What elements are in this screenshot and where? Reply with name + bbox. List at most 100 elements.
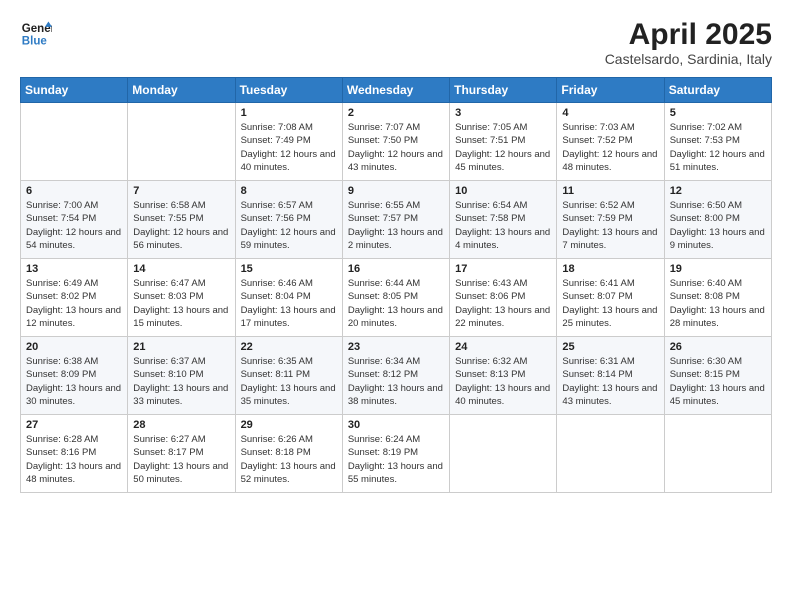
calendar-table: SundayMondayTuesdayWednesdayThursdayFrid… — [20, 77, 772, 493]
day-cell: 1 Sunrise: 7:08 AM Sunset: 7:49 PM Daylig… — [235, 103, 342, 181]
day-detail: Sunrise: 6:54 AM Sunset: 7:58 PM Dayligh… — [455, 199, 551, 252]
weekday-header-monday: Monday — [128, 78, 235, 103]
week-row-4: 20 Sunrise: 6:38 AM Sunset: 8:09 PM Dayli… — [21, 337, 772, 415]
weekday-header-saturday: Saturday — [664, 78, 771, 103]
week-row-5: 27 Sunrise: 6:28 AM Sunset: 8:16 PM Dayli… — [21, 415, 772, 493]
day-cell: 29 Sunrise: 6:26 AM Sunset: 8:18 PM Dayli… — [235, 415, 342, 493]
day-detail: Sunrise: 7:05 AM Sunset: 7:51 PM Dayligh… — [455, 121, 551, 174]
day-detail: Sunrise: 6:26 AM Sunset: 8:18 PM Dayligh… — [241, 433, 337, 486]
day-detail: Sunrise: 6:24 AM Sunset: 8:19 PM Dayligh… — [348, 433, 444, 486]
day-number: 7 — [133, 185, 229, 197]
day-cell: 4Sunrise: 7:03 AM Sunset: 7:52 PM Daylig… — [557, 103, 664, 181]
day-detail: Sunrise: 7:07 AM Sunset: 7:50 PM Dayligh… — [348, 121, 444, 174]
title-block: April 2025 Castelsardo, Sardinia, Italy — [605, 18, 772, 67]
day-cell: 10 Sunrise: 6:54 AM Sunset: 7:58 PM Dayli… — [450, 181, 557, 259]
day-number: 1 — [241, 107, 337, 119]
day-detail: Sunrise: 6:49 AM Sunset: 8:02 PM Dayligh… — [26, 277, 122, 330]
day-cell — [664, 415, 771, 493]
day-cell: 5 Sunrise: 7:02 AM Sunset: 7:53 PM Daylig… — [664, 103, 771, 181]
day-number: 4 — [562, 107, 658, 119]
week-row-1: 1 Sunrise: 7:08 AM Sunset: 7:49 PM Daylig… — [21, 103, 772, 181]
day-cell: 15 Sunrise: 6:46 AM Sunset: 8:04 PM Dayli… — [235, 259, 342, 337]
day-cell: 25Sunrise: 6:31 AM Sunset: 8:14 PM Dayli… — [557, 337, 664, 415]
weekday-header-tuesday: Tuesday — [235, 78, 342, 103]
day-cell: 19 Sunrise: 6:40 AM Sunset: 8:08 PM Dayli… — [664, 259, 771, 337]
day-cell: 8 Sunrise: 6:57 AM Sunset: 7:56 PM Daylig… — [235, 181, 342, 259]
calendar-subtitle: Castelsardo, Sardinia, Italy — [605, 51, 772, 67]
day-cell — [21, 103, 128, 181]
weekday-header-friday: Friday — [557, 78, 664, 103]
day-number: 26 — [670, 341, 766, 353]
day-number: 11 — [562, 185, 658, 197]
day-cell: 23Sunrise: 6:34 AM Sunset: 8:12 PM Dayli… — [342, 337, 449, 415]
day-detail: Sunrise: 6:38 AM Sunset: 8:09 PM Dayligh… — [26, 355, 122, 408]
header: General Blue April 2025 Castelsardo, Sar… — [20, 18, 772, 67]
day-number: 21 — [133, 341, 229, 353]
weekday-header-row: SundayMondayTuesdayWednesdayThursdayFrid… — [21, 78, 772, 103]
day-detail: Sunrise: 6:40 AM Sunset: 8:08 PM Dayligh… — [670, 277, 766, 330]
day-number: 28 — [133, 419, 229, 431]
day-number: 15 — [241, 263, 337, 275]
day-number: 20 — [26, 341, 122, 353]
day-cell: 12Sunrise: 6:50 AM Sunset: 8:00 PM Dayli… — [664, 181, 771, 259]
day-number: 13 — [26, 263, 122, 275]
day-cell: 28 Sunrise: 6:27 AM Sunset: 8:17 PM Dayli… — [128, 415, 235, 493]
day-cell: 22 Sunrise: 6:35 AM Sunset: 8:11 PM Dayli… — [235, 337, 342, 415]
day-number: 19 — [670, 263, 766, 275]
weekday-header-sunday: Sunday — [21, 78, 128, 103]
day-detail: Sunrise: 6:41 AM Sunset: 8:07 PM Dayligh… — [562, 277, 658, 330]
day-detail: Sunrise: 6:37 AM Sunset: 8:10 PM Dayligh… — [133, 355, 229, 408]
page: General Blue April 2025 Castelsardo, Sar… — [0, 0, 792, 612]
day-detail: Sunrise: 6:35 AM Sunset: 8:11 PM Dayligh… — [241, 355, 337, 408]
day-detail: Sunrise: 6:58 AM Sunset: 7:55 PM Dayligh… — [133, 199, 229, 252]
day-number: 10 — [455, 185, 551, 197]
day-number: 27 — [26, 419, 122, 431]
day-cell — [557, 415, 664, 493]
calendar-title: April 2025 — [605, 18, 772, 51]
day-detail: Sunrise: 6:32 AM Sunset: 8:13 PM Dayligh… — [455, 355, 551, 408]
day-number: 24 — [455, 341, 551, 353]
day-detail: Sunrise: 6:27 AM Sunset: 8:17 PM Dayligh… — [133, 433, 229, 486]
day-number: 8 — [241, 185, 337, 197]
weekday-header-thursday: Thursday — [450, 78, 557, 103]
day-number: 3 — [455, 107, 551, 119]
day-number: 18 — [562, 263, 658, 275]
day-number: 2 — [348, 107, 444, 119]
day-cell — [450, 415, 557, 493]
day-number: 22 — [241, 341, 337, 353]
day-detail: Sunrise: 6:28 AM Sunset: 8:16 PM Dayligh… — [26, 433, 122, 486]
day-detail: Sunrise: 6:50 AM Sunset: 8:00 PM Dayligh… — [670, 199, 766, 252]
day-detail: Sunrise: 6:46 AM Sunset: 8:04 PM Dayligh… — [241, 277, 337, 330]
day-cell: 26 Sunrise: 6:30 AM Sunset: 8:15 PM Dayli… — [664, 337, 771, 415]
day-detail: Sunrise: 6:30 AM Sunset: 8:15 PM Dayligh… — [670, 355, 766, 408]
day-number: 5 — [670, 107, 766, 119]
day-cell: 18 Sunrise: 6:41 AM Sunset: 8:07 PM Dayli… — [557, 259, 664, 337]
day-number: 29 — [241, 419, 337, 431]
weekday-header-wednesday: Wednesday — [342, 78, 449, 103]
day-number: 16 — [348, 263, 444, 275]
day-cell: 21 Sunrise: 6:37 AM Sunset: 8:10 PM Dayli… — [128, 337, 235, 415]
day-cell: 2 Sunrise: 7:07 AM Sunset: 7:50 PM Daylig… — [342, 103, 449, 181]
week-row-3: 13 Sunrise: 6:49 AM Sunset: 8:02 PM Dayli… — [21, 259, 772, 337]
day-cell: 7 Sunrise: 6:58 AM Sunset: 7:55 PM Daylig… — [128, 181, 235, 259]
day-cell: 30 Sunrise: 6:24 AM Sunset: 8:19 PM Dayli… — [342, 415, 449, 493]
day-cell: 9Sunrise: 6:55 AM Sunset: 7:57 PM Daylig… — [342, 181, 449, 259]
day-cell: 27 Sunrise: 6:28 AM Sunset: 8:16 PM Dayli… — [21, 415, 128, 493]
day-detail: Sunrise: 6:57 AM Sunset: 7:56 PM Dayligh… — [241, 199, 337, 252]
day-cell: 16 Sunrise: 6:44 AM Sunset: 8:05 PM Dayli… — [342, 259, 449, 337]
day-cell — [128, 103, 235, 181]
logo-icon: General Blue — [20, 18, 52, 50]
day-detail: Sunrise: 7:08 AM Sunset: 7:49 PM Dayligh… — [241, 121, 337, 174]
day-number: 30 — [348, 419, 444, 431]
day-detail: Sunrise: 7:02 AM Sunset: 7:53 PM Dayligh… — [670, 121, 766, 174]
day-number: 25 — [562, 341, 658, 353]
day-cell: 20 Sunrise: 6:38 AM Sunset: 8:09 PM Dayli… — [21, 337, 128, 415]
day-detail: Sunrise: 6:52 AM Sunset: 7:59 PM Dayligh… — [562, 199, 658, 252]
day-number: 14 — [133, 263, 229, 275]
day-number: 23 — [348, 341, 444, 353]
day-cell: 6Sunrise: 7:00 AM Sunset: 7:54 PM Daylig… — [21, 181, 128, 259]
day-cell: 24 Sunrise: 6:32 AM Sunset: 8:13 PM Dayli… — [450, 337, 557, 415]
day-detail: Sunrise: 6:44 AM Sunset: 8:05 PM Dayligh… — [348, 277, 444, 330]
day-number: 17 — [455, 263, 551, 275]
day-cell: 11 Sunrise: 6:52 AM Sunset: 7:59 PM Dayli… — [557, 181, 664, 259]
